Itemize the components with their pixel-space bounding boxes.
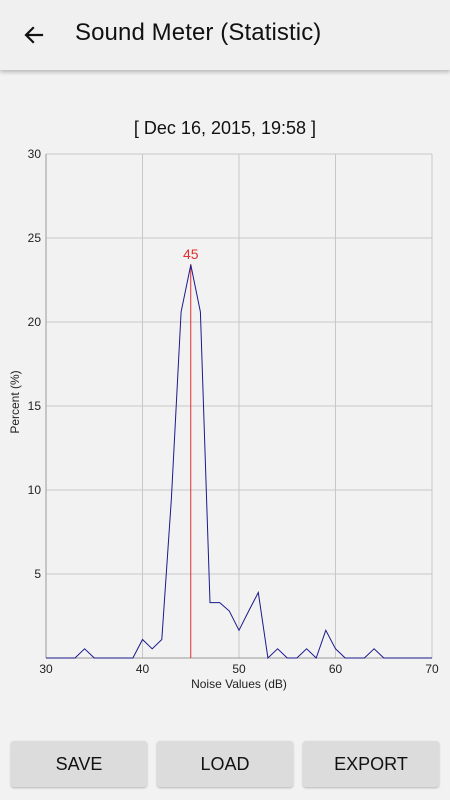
y-axis-label: Percent (%)	[8, 370, 22, 433]
x-axis-label: Noise Values (dB)	[191, 677, 287, 691]
page-title: Sound Meter (Statistic)	[75, 19, 322, 46]
save-button[interactable]: SAVE	[11, 741, 147, 787]
x-tick-label: 50	[232, 662, 246, 676]
peak-label: 45	[183, 246, 199, 262]
load-button[interactable]: LOAD	[157, 741, 293, 787]
x-tick-label: 40	[136, 662, 150, 676]
x-tick-label: 60	[329, 662, 343, 676]
y-tick-label: 30	[28, 147, 42, 161]
y-tick-label: 15	[28, 399, 42, 413]
x-tick-label: 70	[425, 662, 439, 676]
y-tick-label: 25	[28, 231, 42, 245]
noise-distribution-chart: 30 40 50 60 70 5 10 15 20 25 30 Noise Values (dB) Pe…	[8, 147, 439, 691]
y-tick-label: 5	[34, 567, 41, 581]
x-tick-label: 30	[39, 662, 53, 676]
arrow-left-icon	[24, 26, 44, 44]
app-bar: Sound Meter (Statistic)	[0, 0, 450, 70]
export-button[interactable]: EXPORT	[303, 741, 439, 787]
back-button[interactable]	[14, 17, 54, 53]
y-tick-label: 20	[28, 315, 42, 329]
y-tick-label: 10	[28, 483, 42, 497]
measurement-timestamp: [ Dec 16, 2015, 19:58 ]	[133, 118, 317, 138]
